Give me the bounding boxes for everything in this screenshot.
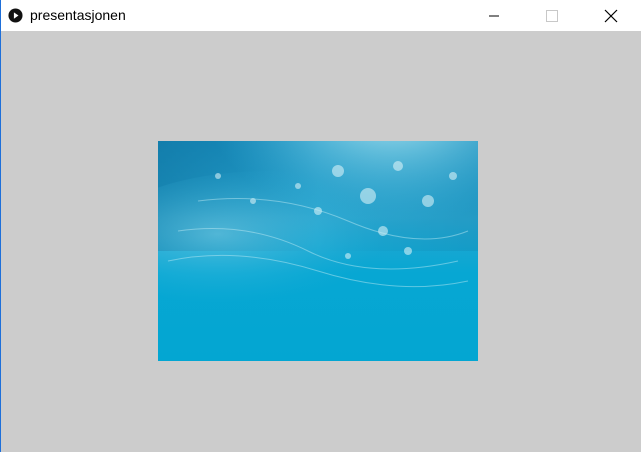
close-icon — [604, 9, 618, 22]
app-window: presentasjonen — [0, 0, 641, 452]
minimize-icon — [489, 15, 499, 16]
play-circle-icon — [8, 8, 23, 23]
window-title: presentasjonen — [30, 7, 126, 23]
underwater-image — [158, 141, 478, 361]
sketch-canvas[interactable] — [1, 31, 641, 452]
maximize-icon — [546, 9, 558, 22]
close-button[interactable] — [588, 0, 634, 31]
maximize-button[interactable] — [529, 0, 575, 31]
title-bar[interactable]: presentasjonen — [1, 0, 641, 31]
minimize-button[interactable] — [471, 0, 517, 31]
